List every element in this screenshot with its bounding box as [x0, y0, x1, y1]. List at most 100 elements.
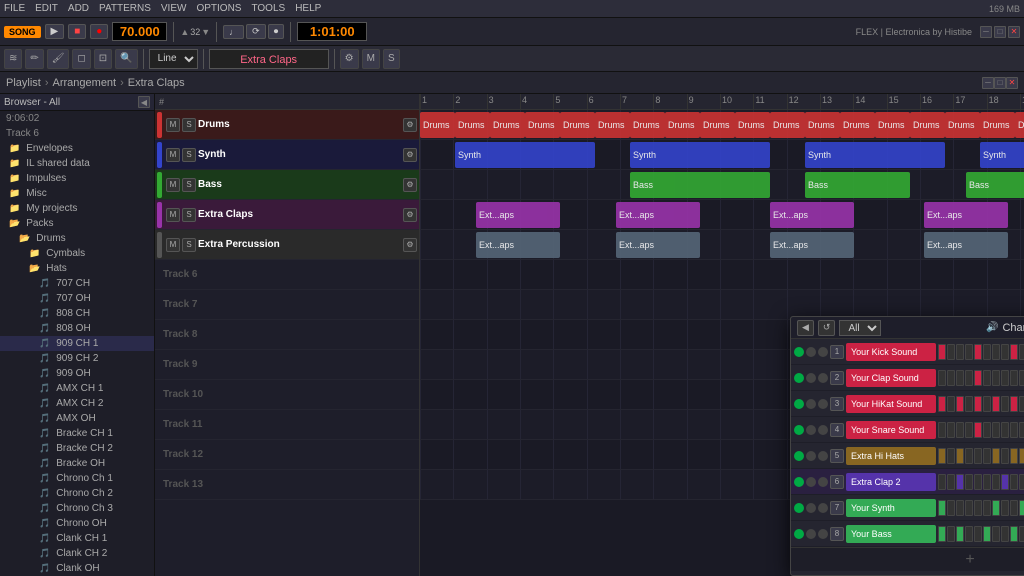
pad-1-8[interactable] [1010, 370, 1018, 386]
pad-7-9[interactable] [1019, 526, 1024, 542]
sidebar-item-0[interactable]: 📁Envelopes [0, 141, 154, 156]
track-mute-btn[interactable]: M [166, 208, 180, 222]
pad-3-3[interactable] [965, 422, 973, 438]
sidebar-item-13[interactable]: 🎵909 CH 1 [0, 336, 154, 351]
ch-pan-2[interactable] [818, 399, 828, 409]
pattern-row-5[interactable] [420, 260, 1024, 290]
playlist-maximize[interactable]: □ [994, 77, 1006, 89]
sidebar-item-28[interactable]: 🎵Clank OH [0, 561, 154, 576]
record-button[interactable]: ● [90, 24, 108, 39]
pad-4-1[interactable] [947, 448, 955, 464]
pad-3-4[interactable] [974, 422, 982, 438]
select-btn[interactable]: ⊡ [94, 49, 112, 69]
track-label-row-12[interactable]: Track 13 [155, 470, 419, 500]
track-settings-icon[interactable]: ⚙ [403, 148, 417, 162]
menu-item-view[interactable]: VIEW [161, 3, 187, 14]
track-label-row-3[interactable]: M S Extra Claps ⚙ [155, 200, 419, 230]
ch-green-7[interactable] [794, 529, 804, 539]
sidebar-item-9[interactable]: 🎵707 CH [0, 276, 154, 291]
playlist-breadcrumb2[interactable]: Extra Claps [128, 77, 185, 89]
ch-green-4[interactable] [794, 451, 804, 461]
cr-prev-btn[interactable]: ◀ [797, 320, 814, 336]
channel-row-6[interactable]: 7 Your Synth [791, 495, 1024, 521]
menu-item-tools[interactable]: TOOLS [251, 3, 285, 14]
pattern-block-4[interactable]: Ext...aps [924, 232, 1008, 258]
timeline-area[interactable]: 123456789101112131415161718192021 DrumsD… [420, 94, 1024, 576]
pad-0-5[interactable] [983, 344, 991, 360]
pad-4-9[interactable] [1019, 448, 1024, 464]
channel-row-1[interactable]: 2 Your Clap Sound [791, 365, 1024, 391]
pattern-block-0[interactable]: Drums [875, 112, 910, 138]
pad-5-3[interactable] [965, 474, 973, 490]
pad-7-0[interactable] [938, 526, 946, 542]
pad-1-2[interactable] [956, 370, 964, 386]
menu-item-options[interactable]: OPTIONS [196, 3, 241, 14]
track-mute-btn[interactable]: M [166, 178, 180, 192]
pad-5-0[interactable] [938, 474, 946, 490]
mixer-btn[interactable]: ≋ [4, 49, 22, 69]
ch-vol-5[interactable] [806, 477, 816, 487]
ch-green-2[interactable] [794, 399, 804, 409]
pad-1-6[interactable] [992, 370, 1000, 386]
menu-item-file[interactable]: FILE [4, 3, 25, 14]
pad-4-6[interactable] [992, 448, 1000, 464]
pattern-block-0[interactable]: Drums [630, 112, 665, 138]
track-settings-icon[interactable]: ⚙ [403, 238, 417, 252]
pattern-block-4[interactable]: Ext...aps [770, 232, 854, 258]
playlist-minimize[interactable]: ─ [982, 77, 994, 89]
cr-add-btn[interactable]: + [791, 547, 1024, 571]
pad-0-0[interactable] [938, 344, 946, 360]
pattern-block-0[interactable]: Drums [910, 112, 945, 138]
pad-3-1[interactable] [947, 422, 955, 438]
play-button[interactable]: ▶ [45, 24, 65, 39]
track-solo-btn[interactable]: S [182, 208, 196, 222]
ch-pan-5[interactable] [818, 477, 828, 487]
pad-3-9[interactable] [1019, 422, 1024, 438]
pad-3-7[interactable] [1001, 422, 1009, 438]
sidebar-item-6[interactable]: 📂Drums [0, 231, 154, 246]
pad-1-0[interactable] [938, 370, 946, 386]
pad-6-2[interactable] [956, 500, 964, 516]
sidebar-item-22[interactable]: 🎵Chrono Ch 1 [0, 471, 154, 486]
step-count-up[interactable]: ▲ [180, 27, 189, 37]
paint-btn[interactable]: 🖌 [47, 49, 70, 69]
pad-7-8[interactable] [1010, 526, 1018, 542]
ch-pan-1[interactable] [818, 373, 828, 383]
track-label-row-9[interactable]: Track 10 [155, 380, 419, 410]
sidebar-item-24[interactable]: 🎵Chrono Ch 3 [0, 501, 154, 516]
pattern-block-0[interactable]: Drums [420, 112, 455, 138]
pad-5-5[interactable] [983, 474, 991, 490]
pad-7-7[interactable] [1001, 526, 1009, 542]
pad-0-8[interactable] [1010, 344, 1018, 360]
sidebar-item-7[interactable]: 📁Cymbals [0, 246, 154, 261]
pattern-block-0[interactable]: Drums [665, 112, 700, 138]
pad-2-3[interactable] [965, 396, 973, 412]
ch-vol-6[interactable] [806, 503, 816, 513]
sidebar-item-25[interactable]: 🎵Chrono OH [0, 516, 154, 531]
pad-2-1[interactable] [947, 396, 955, 412]
track-settings-icon[interactable]: ⚙ [403, 208, 417, 222]
pattern-block-1[interactable]: Synth [630, 142, 770, 168]
track-mute-btn[interactable]: M [166, 118, 180, 132]
pattern-row-1[interactable]: SynthSynthSynthSynth [420, 140, 1024, 170]
track-mute-btn[interactable]: M [166, 148, 180, 162]
pad-4-2[interactable] [956, 448, 964, 464]
pad-3-8[interactable] [1010, 422, 1018, 438]
ch-vol-4[interactable] [806, 451, 816, 461]
pad-4-4[interactable] [974, 448, 982, 464]
pad-1-9[interactable] [1019, 370, 1024, 386]
step-count-down[interactable]: ▼ [201, 27, 210, 37]
pattern-block-1[interactable]: Synth [980, 142, 1024, 168]
pad-2-6[interactable] [992, 396, 1000, 412]
metronome-btn[interactable]: ♩ [223, 25, 244, 39]
sidebar-item-2[interactable]: 📁Impulses [0, 171, 154, 186]
track-settings-btn[interactable]: ⚙ [340, 49, 359, 69]
mute-btn[interactable]: M [362, 49, 380, 69]
pad-7-6[interactable] [992, 526, 1000, 542]
track-solo-btn[interactable]: S [182, 148, 196, 162]
pattern-block-2[interactable]: Bass [805, 172, 910, 198]
pattern-block-0[interactable]: Drums [700, 112, 735, 138]
ch-green-6[interactable] [794, 503, 804, 513]
pad-7-2[interactable] [956, 526, 964, 542]
ch-vol-1[interactable] [806, 373, 816, 383]
